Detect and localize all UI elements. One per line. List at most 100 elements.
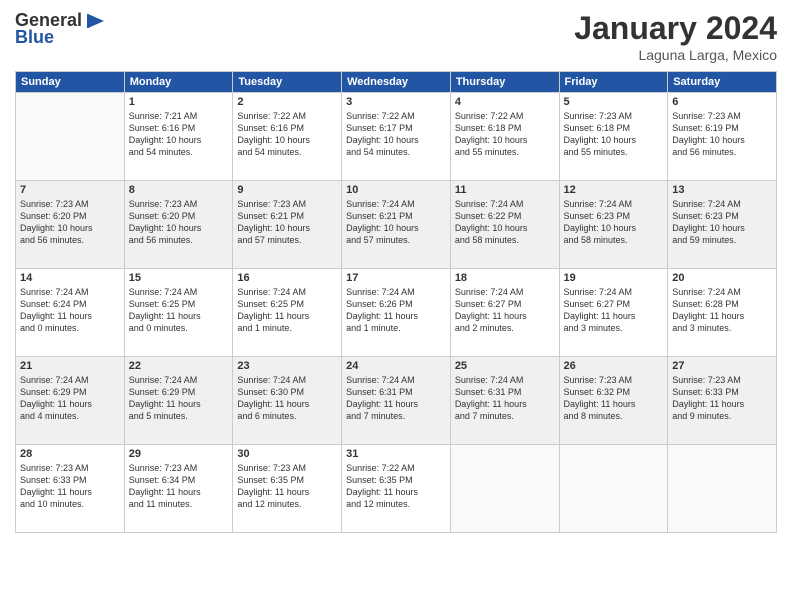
day-info: Sunrise: 7:24 AM Sunset: 6:25 PM Dayligh… [237,286,337,335]
day-info: Sunrise: 7:24 AM Sunset: 6:23 PM Dayligh… [672,198,772,247]
day-number: 22 [129,360,229,372]
table-row: 3 Sunrise: 7:22 AM Sunset: 6:17 PM Daylig… [342,93,451,181]
table-row: 29 Sunrise: 7:23 AM Sunset: 6:34 PM Dayli… [124,445,233,533]
table-row: 14Sunrise: 7:24 AM Sunset: 6:24 PM Dayli… [16,269,125,357]
header-saturday: Saturday [668,72,777,93]
day-info: Sunrise: 7:24 AM Sunset: 6:29 PM Dayligh… [20,374,120,423]
day-info: Sunrise: 7:21 AM Sunset: 6:16 PM Dayligh… [129,110,229,159]
calendar-week-row: 7 Sunrise: 7:23 AM Sunset: 6:20 PM Daylig… [16,181,777,269]
day-number: 20 [672,272,772,284]
table-row [16,93,125,181]
day-info: Sunrise: 7:23 AM Sunset: 6:19 PM Dayligh… [672,110,772,159]
day-number: 23 [237,360,337,372]
table-row: 11 Sunrise: 7:24 AM Sunset: 6:22 PM Dayli… [450,181,559,269]
day-number: 28 [20,448,120,460]
table-row: 13 Sunrise: 7:24 AM Sunset: 6:23 PM Dayli… [668,181,777,269]
table-row: 15Sunrise: 7:24 AM Sunset: 6:25 PM Dayli… [124,269,233,357]
day-info: Sunrise: 7:24 AM Sunset: 6:27 PM Dayligh… [564,286,664,335]
day-info: Sunrise: 7:24 AM Sunset: 6:23 PM Dayligh… [564,198,664,247]
day-info: Sunrise: 7:24 AM Sunset: 6:27 PM Dayligh… [455,286,555,335]
day-number: 16 [237,272,337,284]
day-number: 7 [20,184,120,196]
table-row: 4 Sunrise: 7:22 AM Sunset: 6:18 PM Daylig… [450,93,559,181]
table-row: 27 Sunrise: 7:23 AM Sunset: 6:33 PM Dayli… [668,357,777,445]
table-row: 8Sunrise: 7:23 AM Sunset: 6:20 PM Daylig… [124,181,233,269]
day-info: Sunrise: 7:22 AM Sunset: 6:16 PM Dayligh… [237,110,337,159]
day-info: Sunrise: 7:24 AM Sunset: 6:21 PM Dayligh… [346,198,446,247]
table-row: 21 Sunrise: 7:24 AM Sunset: 6:29 PM Dayli… [16,357,125,445]
weekday-header-row: Sunday Monday Tuesday Wednesday Thursday… [16,72,777,93]
logo-flag-icon [84,12,106,30]
calendar-week-row: 1 Sunrise: 7:21 AM Sunset: 6:16 PM Daylig… [16,93,777,181]
table-row [668,445,777,533]
day-number: 24 [346,360,446,372]
day-info: Sunrise: 7:23 AM Sunset: 6:21 PM Dayligh… [237,198,337,247]
table-row: 18Sunrise: 7:24 AM Sunset: 6:27 PM Dayli… [450,269,559,357]
day-number: 11 [455,184,555,196]
header-wednesday: Wednesday [342,72,451,93]
day-number: 21 [20,360,120,372]
table-row: 16 Sunrise: 7:24 AM Sunset: 6:25 PM Dayli… [233,269,342,357]
day-number: 2 [237,96,337,108]
title-block: January 2024 Laguna Larga, Mexico [574,10,777,63]
table-row: 12 Sunrise: 7:24 AM Sunset: 6:23 PM Dayli… [559,181,668,269]
day-info: Sunrise: 7:23 AM Sunset: 6:20 PM Dayligh… [20,198,120,247]
table-row: 22Sunrise: 7:24 AM Sunset: 6:29 PM Dayli… [124,357,233,445]
table-row: 30 Sunrise: 7:23 AM Sunset: 6:35 PM Dayli… [233,445,342,533]
day-number: 19 [564,272,664,284]
day-number: 29 [129,448,229,460]
day-info: Sunrise: 7:24 AM Sunset: 6:26 PM Dayligh… [346,286,446,335]
calendar-week-row: 28Sunrise: 7:23 AM Sunset: 6:33 PM Dayli… [16,445,777,533]
day-number: 14 [20,272,120,284]
day-info: Sunrise: 7:22 AM Sunset: 6:35 PM Dayligh… [346,462,446,511]
table-row: 2 Sunrise: 7:22 AM Sunset: 6:16 PM Daylig… [233,93,342,181]
table-row: 31 Sunrise: 7:22 AM Sunset: 6:35 PM Dayli… [342,445,451,533]
day-info: Sunrise: 7:23 AM Sunset: 6:35 PM Dayligh… [237,462,337,511]
day-info: Sunrise: 7:22 AM Sunset: 6:18 PM Dayligh… [455,110,555,159]
header: General Blue January 2024 Laguna Larga, … [15,10,777,63]
table-row: 20Sunrise: 7:24 AM Sunset: 6:28 PM Dayli… [668,269,777,357]
calendar-week-row: 14Sunrise: 7:24 AM Sunset: 6:24 PM Dayli… [16,269,777,357]
day-info: Sunrise: 7:22 AM Sunset: 6:17 PM Dayligh… [346,110,446,159]
day-number: 15 [129,272,229,284]
logo-text-blue: Blue [15,27,54,48]
day-info: Sunrise: 7:23 AM Sunset: 6:33 PM Dayligh… [672,374,772,423]
table-row: 28Sunrise: 7:23 AM Sunset: 6:33 PM Dayli… [16,445,125,533]
day-number: 13 [672,184,772,196]
table-row: 24Sunrise: 7:24 AM Sunset: 6:31 PM Dayli… [342,357,451,445]
day-number: 4 [455,96,555,108]
table-row: 25Sunrise: 7:24 AM Sunset: 6:31 PM Dayli… [450,357,559,445]
month-title: January 2024 [574,10,777,47]
header-sunday: Sunday [16,72,125,93]
day-info: Sunrise: 7:24 AM Sunset: 6:22 PM Dayligh… [455,198,555,247]
day-number: 1 [129,96,229,108]
day-number: 31 [346,448,446,460]
table-row: 10Sunrise: 7:24 AM Sunset: 6:21 PM Dayli… [342,181,451,269]
day-number: 9 [237,184,337,196]
day-number: 5 [564,96,664,108]
calendar-table: Sunday Monday Tuesday Wednesday Thursday… [15,71,777,533]
calendar-week-row: 21 Sunrise: 7:24 AM Sunset: 6:29 PM Dayli… [16,357,777,445]
day-number: 6 [672,96,772,108]
day-number: 27 [672,360,772,372]
day-info: Sunrise: 7:23 AM Sunset: 6:20 PM Dayligh… [129,198,229,247]
location-title: Laguna Larga, Mexico [574,47,777,63]
table-row: 1 Sunrise: 7:21 AM Sunset: 6:16 PM Daylig… [124,93,233,181]
header-thursday: Thursday [450,72,559,93]
header-monday: Monday [124,72,233,93]
table-row: 7 Sunrise: 7:23 AM Sunset: 6:20 PM Daylig… [16,181,125,269]
day-number: 12 [564,184,664,196]
day-number: 30 [237,448,337,460]
day-number: 26 [564,360,664,372]
day-info: Sunrise: 7:24 AM Sunset: 6:30 PM Dayligh… [237,374,337,423]
table-row [450,445,559,533]
table-row: 23 Sunrise: 7:24 AM Sunset: 6:30 PM Dayli… [233,357,342,445]
header-tuesday: Tuesday [233,72,342,93]
table-row: 19 Sunrise: 7:24 AM Sunset: 6:27 PM Dayli… [559,269,668,357]
table-row: 5 Sunrise: 7:23 AM Sunset: 6:18 PM Daylig… [559,93,668,181]
day-info: Sunrise: 7:23 AM Sunset: 6:18 PM Dayligh… [564,110,664,159]
day-info: Sunrise: 7:24 AM Sunset: 6:31 PM Dayligh… [455,374,555,423]
day-info: Sunrise: 7:23 AM Sunset: 6:34 PM Dayligh… [129,462,229,511]
day-info: Sunrise: 7:23 AM Sunset: 6:32 PM Dayligh… [564,374,664,423]
day-number: 3 [346,96,446,108]
